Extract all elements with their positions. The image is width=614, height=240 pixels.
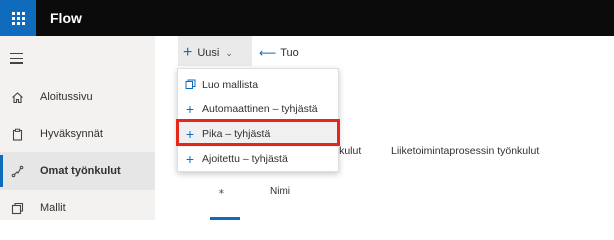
tab-business-process-flows[interactable]: Liiketoimintaprosessin työnkulut	[391, 145, 539, 159]
plus-icon: +	[185, 151, 195, 167]
templates-icon	[10, 201, 24, 215]
menu-item-label: Ajoitettu – tyhjästä	[202, 153, 288, 165]
highlight-annotation	[176, 119, 340, 146]
sidebar-item-home[interactable]: Aloitussivu	[0, 78, 155, 116]
app-launcher-button[interactable]	[0, 0, 36, 36]
import-button-label: Tuo	[280, 47, 299, 59]
tab-label: Liiketoimintaprosessin työnkulut	[391, 145, 540, 157]
hamburger-menu-icon[interactable]	[10, 53, 23, 64]
plus-icon: +	[185, 101, 195, 117]
template-icon	[184, 77, 196, 93]
menu-item-scheduled[interactable]: + Ajoitettu – tyhjästä	[178, 146, 340, 172]
sidebar-item-label: Hyväksynnät	[40, 128, 103, 140]
home-icon	[10, 90, 24, 104]
sidebar-item-my-flows[interactable]: Omat työnkulut	[0, 152, 155, 190]
sidebar-item-approvals[interactable]: Hyväksynnät	[0, 115, 155, 153]
sidebar-item-label: Aloitussivu	[40, 91, 93, 103]
menu-item-label: Automaattinen – tyhjästä	[202, 103, 318, 115]
chevron-down-icon: ⌄	[225, 47, 233, 58]
app-title[interactable]: Flow	[50, 0, 82, 36]
sidebar: Aloitussivu Hyväksynnät Omat työnkulut M…	[0, 36, 155, 220]
menu-item-from-template[interactable]: Luo mallista	[178, 72, 340, 98]
flows-icon	[10, 164, 24, 178]
new-button-label: Uusi	[197, 47, 220, 59]
plus-icon: +	[183, 44, 193, 61]
import-icon: ⟵	[259, 46, 277, 60]
import-button[interactable]: ⟵ Tuo	[259, 44, 299, 62]
sidebar-item-templates[interactable]: Mallit	[0, 189, 155, 227]
top-bar: Flow	[0, 0, 614, 36]
waffle-icon	[11, 11, 25, 25]
sidebar-item-label: Mallit	[40, 202, 66, 214]
flow-type-icon: ∗	[218, 187, 225, 196]
column-header-name[interactable]: Nimi	[270, 186, 290, 197]
row-indicator	[210, 217, 240, 220]
approvals-icon	[10, 127, 24, 141]
sidebar-item-label: Omat työnkulut	[40, 165, 121, 177]
new-button[interactable]: + Uusi ⌄	[183, 44, 233, 62]
menu-item-label: Luo mallista	[202, 79, 259, 91]
